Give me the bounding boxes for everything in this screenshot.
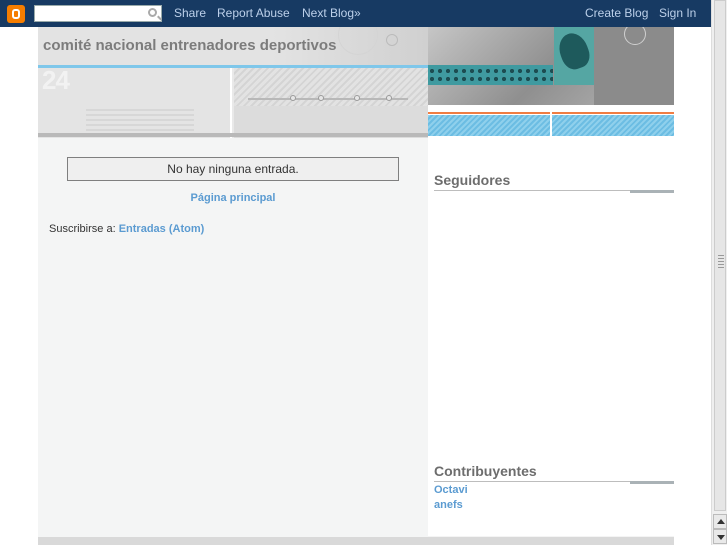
arrow-down-icon — [717, 535, 725, 540]
scrollbar-thumb[interactable] — [714, 0, 726, 511]
search-input[interactable] — [34, 5, 162, 22]
blogger-navbar: Share Report Abuse Next Blog» Create Blo… — [0, 0, 711, 27]
subscribe-label: Suscribirse a: — [49, 223, 116, 235]
report-abuse-link[interactable]: Report Abuse — [217, 6, 290, 20]
header-circuit-node — [290, 95, 296, 101]
leaf-icon — [554, 27, 594, 85]
main-column: No hay ninguna entrada. Página principal… — [38, 138, 428, 545]
header-badge: 24 — [42, 65, 70, 95]
contributor-link[interactable]: anefs — [434, 499, 463, 511]
header-pattern-decoration — [234, 68, 428, 106]
header-text-lines-decoration — [86, 109, 194, 131]
scroll-up-button[interactable] — [713, 514, 727, 529]
blog-page: comité nacional entrenadores deportivos … — [38, 27, 674, 545]
contributor-link[interactable]: Octavi — [434, 484, 468, 496]
sidebar: Seguidores Contribuyentes Octavi anefs — [428, 138, 674, 536]
header-separator — [550, 112, 552, 138]
atom-feed-link[interactable]: Entradas (Atom) — [119, 223, 205, 235]
subscribe-line: Suscribirse a: Entradas (Atom) — [49, 223, 204, 235]
header-circuit-node — [386, 95, 392, 101]
followers-rule-accent — [630, 190, 674, 193]
contributors-rule-accent — [630, 481, 674, 484]
create-blog-link[interactable]: Create Blog — [585, 6, 648, 20]
scrollbar-grip-icon — [718, 255, 724, 269]
blog-title[interactable]: comité nacional entrenadores deportivos — [43, 37, 336, 54]
blogger-logo-icon[interactable] — [7, 5, 25, 23]
no-posts-message: No hay ninguna entrada. — [67, 157, 399, 181]
header-circle-decoration — [386, 34, 398, 46]
header-bottom-rule — [38, 133, 428, 137]
header-circuit-node — [318, 95, 324, 101]
header-dots-decoration — [428, 67, 553, 85]
contributors-title: Contribuyentes — [434, 463, 537, 479]
vertical-scrollbar[interactable] — [711, 0, 727, 545]
share-link[interactable]: Share — [174, 6, 206, 20]
header-circuit-node — [354, 95, 360, 101]
followers-title: Seguidores — [434, 172, 511, 188]
header-photo-panel — [428, 27, 674, 138]
page-footer-bar — [38, 537, 674, 545]
arrow-up-icon — [717, 519, 725, 524]
scroll-down-button[interactable] — [713, 529, 727, 544]
sign-in-link[interactable]: Sign In — [659, 6, 696, 20]
home-link[interactable]: Página principal — [38, 192, 428, 204]
blog-header: comité nacional entrenadores deportivos … — [38, 27, 674, 138]
header-circuit-line — [248, 98, 408, 100]
search-icon[interactable] — [148, 8, 157, 17]
next-blog-link[interactable]: Next Blog» — [302, 6, 361, 20]
